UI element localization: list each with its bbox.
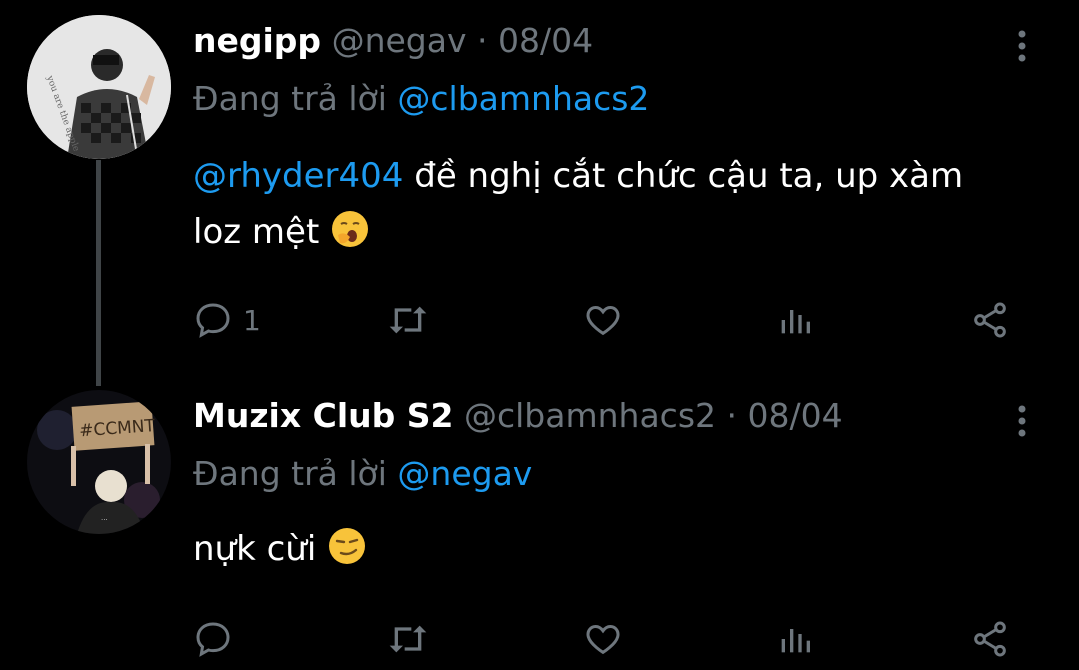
tweet-body: nựk cừi: [193, 521, 1013, 583]
reply-button[interactable]: 1: [193, 296, 261, 344]
tweet-date[interactable]: 08/04: [498, 21, 593, 60]
views-button[interactable]: [775, 296, 815, 344]
share-icon: [969, 619, 1011, 659]
reply-count: 1: [243, 303, 261, 337]
more-icon[interactable]: [1008, 403, 1036, 439]
reply-icon: [193, 619, 233, 659]
separator: ·: [726, 396, 738, 435]
user-handle[interactable]: @negav: [332, 21, 467, 60]
share-button[interactable]: [969, 615, 1011, 663]
body-text: nựk cừi: [193, 529, 328, 569]
display-name[interactable]: negipp: [193, 21, 321, 60]
tweet-actions: 1: [193, 296, 1023, 344]
share-button[interactable]: [969, 296, 1011, 344]
avatar[interactable]: #CCMNT ...: [27, 390, 171, 534]
reply-icon: [193, 300, 233, 340]
svg-text:...: ...: [101, 514, 108, 522]
like-button[interactable]: [582, 296, 624, 344]
tweet-body: @rhyder404 đề nghị cắt chức cậu ta, up x…: [193, 148, 1013, 266]
tweet-date[interactable]: 08/04: [748, 396, 843, 435]
replying-to: Đang trả lời @clbamnhacs2: [193, 76, 649, 122]
replying-to: Đang trả lời @negav: [193, 451, 532, 497]
smirking-face-icon: [327, 526, 367, 583]
thread-line: [96, 160, 101, 386]
replying-to-label: Đang trả lời: [193, 79, 387, 118]
views-button[interactable]: [775, 615, 815, 663]
retweet-button[interactable]: [386, 615, 430, 663]
user-handle[interactable]: @clbamnhacs2: [464, 396, 716, 435]
share-icon: [969, 300, 1011, 340]
tweet-actions: [193, 615, 1023, 663]
replying-to-mention[interactable]: @clbamnhacs2: [397, 79, 649, 118]
retweet-icon: [386, 300, 430, 340]
like-button[interactable]: [582, 615, 624, 663]
avatar[interactable]: you are the apple: [27, 15, 171, 159]
views-icon: [775, 300, 815, 340]
yawning-face-icon: [330, 209, 370, 266]
tweet-header: Muzix Club S2 @clbamnhacs2 · 08/04: [193, 393, 843, 439]
body-mention[interactable]: @rhyder404: [193, 156, 403, 196]
tweet-header: negipp @negav · 08/04: [193, 18, 593, 64]
more-icon[interactable]: [1008, 28, 1036, 64]
display-name[interactable]: Muzix Club S2: [193, 396, 454, 435]
like-icon: [582, 300, 624, 340]
replying-to-label: Đang trả lời: [193, 454, 387, 493]
views-icon: [775, 619, 815, 659]
separator: ·: [476, 21, 488, 60]
retweet-button[interactable]: [386, 296, 430, 344]
retweet-icon: [386, 619, 430, 659]
like-icon: [582, 619, 624, 659]
replying-to-mention[interactable]: @negav: [397, 454, 532, 493]
tweet[interactable]: #CCMNT ... Muzix Club S2 @clbamnhacs2 · …: [0, 375, 1079, 670]
tweet[interactable]: you are the apple negipp @negav · 08/04 …: [0, 0, 1079, 386]
reply-button[interactable]: [193, 615, 243, 663]
